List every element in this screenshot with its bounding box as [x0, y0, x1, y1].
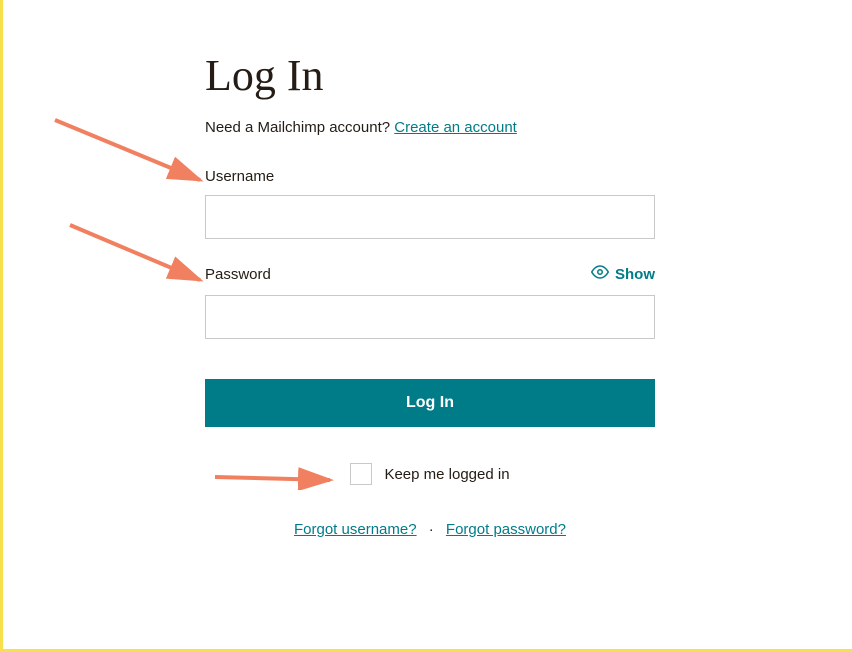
- password-field-group: Password Show: [205, 263, 655, 339]
- signup-prompt: Need a Mailchimp account? Create an acco…: [205, 119, 655, 136]
- show-password-label: Show: [615, 266, 655, 283]
- keep-logged-in-label: Keep me logged in: [384, 466, 509, 483]
- username-field-group: Username: [205, 168, 655, 239]
- eye-icon: [591, 263, 609, 285]
- username-input[interactable]: [205, 195, 655, 239]
- show-password-toggle[interactable]: Show: [591, 263, 655, 285]
- forgot-links-row: Forgot username? · Forgot password?: [205, 521, 655, 538]
- create-account-link[interactable]: Create an account: [394, 119, 517, 136]
- forgot-password-link[interactable]: Forgot password?: [446, 521, 566, 538]
- annotation-arrow-username: [50, 110, 210, 190]
- separator-dot: ·: [429, 521, 434, 538]
- password-input[interactable]: [205, 295, 655, 339]
- forgot-username-link[interactable]: Forgot username?: [294, 521, 417, 538]
- keep-logged-in-row: Keep me logged in: [205, 463, 655, 485]
- annotation-arrow-password: [65, 215, 210, 290]
- login-form-container: Log In Need a Mailchimp account? Create …: [205, 50, 655, 538]
- username-label: Username: [205, 168, 655, 185]
- login-button[interactable]: Log In: [205, 379, 655, 427]
- signup-prompt-text: Need a Mailchimp account?: [205, 119, 394, 136]
- password-label: Password: [205, 266, 271, 283]
- keep-logged-in-checkbox[interactable]: [350, 463, 372, 485]
- page-title: Log In: [205, 50, 655, 101]
